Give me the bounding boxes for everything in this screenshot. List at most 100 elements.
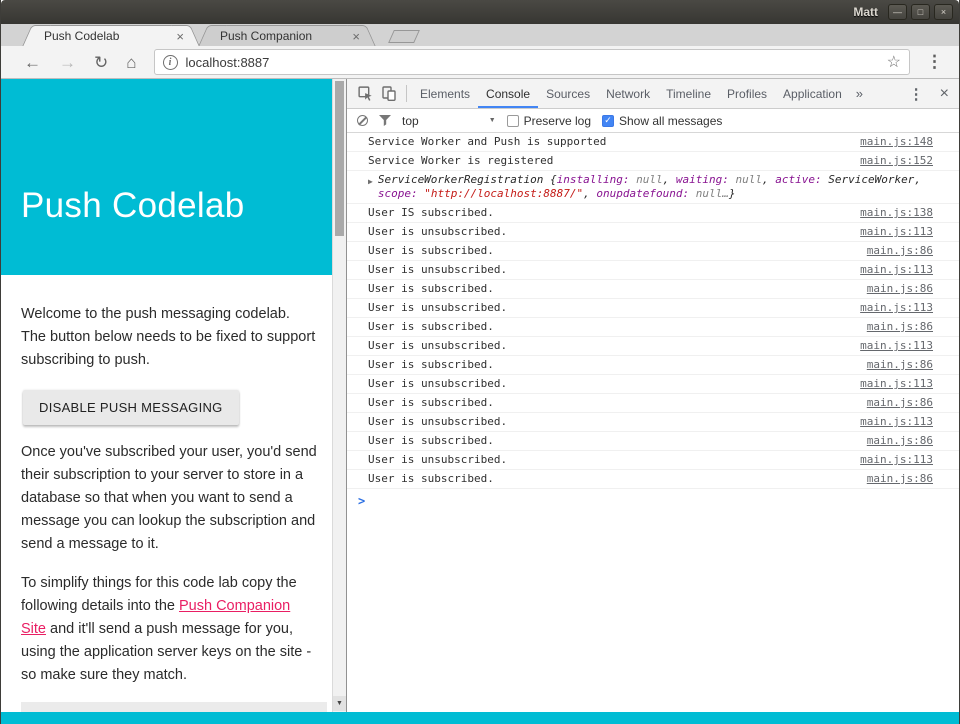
toolbar-divider (406, 85, 407, 102)
devtools-tab-application[interactable]: Application (775, 79, 850, 108)
console-source-link[interactable]: main.js:152 (848, 154, 933, 168)
console-source-link[interactable]: main.js:113 (848, 377, 933, 391)
forward-icon[interactable]: → (50, 54, 85, 71)
devtools-tab-elements[interactable]: Elements (412, 79, 478, 108)
browser-window: Matt — □ × Push Codelab × Push Companion… (0, 0, 960, 724)
console-message-row: User is subscribed.main.js:86 (347, 432, 959, 451)
inspect-element-icon[interactable] (353, 79, 377, 108)
devtools-tabs: ElementsConsoleSourcesNetworkTimelinePro… (412, 79, 850, 108)
browser-toolbar: ← → ↻ ⌂ i localhost:8887 ☆ ⋮ (1, 46, 959, 79)
console-message-row: Service Worker is registeredmain.js:152 (347, 152, 959, 171)
new-tab-button[interactable] (388, 30, 420, 43)
console-message-text: User is unsubscribed. (368, 339, 848, 353)
back-icon[interactable]: ← (15, 54, 50, 71)
console-message-row: User is unsubscribed.main.js:113 (347, 375, 959, 394)
console-message-text: User is subscribed. (368, 434, 855, 448)
devtools-tab-timeline[interactable]: Timeline (658, 79, 719, 108)
console-source-link[interactable]: main.js:86 (855, 320, 933, 334)
browser-menu-icon[interactable]: ⋮ (918, 52, 951, 72)
simplify-text-after: and it'll send a push message for you, u… (21, 621, 311, 683)
execution-context-value: top (402, 114, 419, 128)
console-message-row: User is unsubscribed.main.js:113 (347, 451, 959, 470)
clear-console-icon[interactable] (357, 115, 368, 126)
object-preview: ServiceWorkerRegistration {installing: n… (378, 173, 933, 201)
console-source-link[interactable]: main.js:113 (848, 263, 933, 277)
devtools-close-icon[interactable]: × (940, 85, 949, 103)
console-prompt[interactable]: > (347, 489, 959, 508)
devtools-tab-profiles[interactable]: Profiles (719, 79, 775, 108)
console-source-link[interactable]: main.js:113 (848, 225, 933, 239)
console-message-text: User is subscribed. (368, 358, 855, 372)
address-bar[interactable]: i localhost:8887 ☆ (154, 49, 910, 75)
devtools-menu-icon[interactable]: ⋮ (909, 85, 924, 103)
console-message-row: Service Worker and Push is supportedmain… (347, 133, 959, 152)
console-source-link[interactable]: main.js:86 (855, 282, 933, 296)
devtools-tab-sources[interactable]: Sources (538, 79, 598, 108)
tab-title: Push Codelab (44, 29, 170, 43)
window-minimize-button[interactable]: — (888, 4, 907, 20)
browser-tab-push-companion[interactable]: Push Companion × (212, 25, 362, 46)
console-message-row: User is unsubscribed.main.js:113 (347, 337, 959, 356)
console-message-row: User IS subscribed.main.js:138 (347, 204, 959, 223)
devtools-pane: ElementsConsoleSourcesNetworkTimelinePro… (346, 79, 959, 712)
devtools-tab-bar: ElementsConsoleSourcesNetworkTimelinePro… (347, 79, 959, 109)
console-message-text: User is subscribed. (368, 396, 855, 410)
console-source-link[interactable]: main.js:113 (848, 339, 933, 353)
window-close-button[interactable]: × (934, 4, 953, 20)
console-message-text: User is subscribed. (368, 244, 855, 258)
filter-icon[interactable] (379, 115, 391, 126)
disable-push-button[interactable]: DISABLE PUSH MESSAGING (23, 390, 239, 425)
devtools-tab-network[interactable]: Network (598, 79, 658, 108)
console-message-row: User is subscribed.main.js:86 (347, 356, 959, 375)
page-hero: Push Codelab (1, 79, 332, 275)
simplify-paragraph: To simplify things for this code lab cop… (21, 572, 318, 687)
window-titlebar[interactable]: Matt — □ × (1, 0, 959, 24)
console-message-text: User is subscribed. (368, 282, 855, 296)
console-source-link[interactable]: main.js:113 (848, 415, 933, 429)
console-source-link[interactable]: main.js:86 (855, 434, 933, 448)
console-message-text: User is unsubscribed. (368, 263, 848, 277)
console-messages: Service Worker and Push is supportedmain… (347, 133, 959, 489)
console-source-link[interactable]: main.js:86 (855, 358, 933, 372)
tab-close-icon[interactable]: × (176, 30, 184, 43)
console-message-text: User is subscribed. (368, 320, 855, 334)
console-log-area[interactable]: Service Worker and Push is supportedmain… (347, 133, 959, 712)
window-controls: — □ × (888, 4, 953, 20)
show-all-messages-label: Show all messages (619, 114, 722, 128)
preserve-log-checkbox[interactable] (507, 115, 519, 127)
scrollbar-thumb[interactable] (335, 81, 344, 236)
titlebar-username: Matt (853, 5, 878, 19)
page-info-icon[interactable]: i (163, 55, 178, 70)
reload-icon[interactable]: ↻ (85, 54, 117, 71)
console-source-link[interactable]: main.js:86 (855, 472, 933, 486)
page-scrollbar[interactable]: ▼ (332, 79, 346, 712)
execution-context-selector[interactable]: top ▼ (402, 114, 496, 128)
console-message-text: Service Worker is registered (368, 154, 848, 168)
console-message-text: User is unsubscribed. (368, 415, 848, 429)
intro-paragraph: Welcome to the push messaging codelab. T… (21, 303, 318, 372)
console-message-row: User is unsubscribed.main.js:113 (347, 299, 959, 318)
show-all-messages-toggle[interactable]: ✓ Show all messages (602, 114, 722, 128)
console-source-link[interactable]: main.js:138 (848, 206, 933, 220)
show-all-messages-checkbox[interactable]: ✓ (602, 115, 614, 127)
browser-tab-push-codelab[interactable]: Push Codelab × (36, 25, 186, 46)
content-area: Push Codelab Welcome to the push messagi… (1, 79, 959, 712)
scrollbar-down-button[interactable]: ▼ (333, 696, 346, 711)
home-icon[interactable]: ⌂ (117, 54, 145, 71)
tab-title: Push Companion (220, 29, 346, 43)
tab-close-icon[interactable]: × (352, 30, 360, 43)
console-message-row: User is unsubscribed.main.js:113 (347, 261, 959, 280)
disclosure-triangle-icon[interactable]: ▶ (368, 175, 373, 189)
console-source-link[interactable]: main.js:86 (855, 244, 933, 258)
console-source-link[interactable]: main.js:86 (855, 396, 933, 410)
console-source-link[interactable]: main.js:113 (848, 301, 933, 315)
console-source-link[interactable]: main.js:148 (848, 135, 933, 149)
window-maximize-button[interactable]: □ (911, 4, 930, 20)
preserve-log-toggle[interactable]: Preserve log (507, 114, 591, 128)
bookmark-star-icon[interactable]: ☆ (887, 52, 901, 72)
console-source-link[interactable]: main.js:113 (848, 453, 933, 467)
devtools-more-tabs[interactable]: » (850, 79, 869, 108)
device-toolbar-icon[interactable] (377, 79, 401, 108)
console-message-text: Service Worker and Push is supported (368, 135, 848, 149)
devtools-tab-console[interactable]: Console (478, 79, 538, 108)
